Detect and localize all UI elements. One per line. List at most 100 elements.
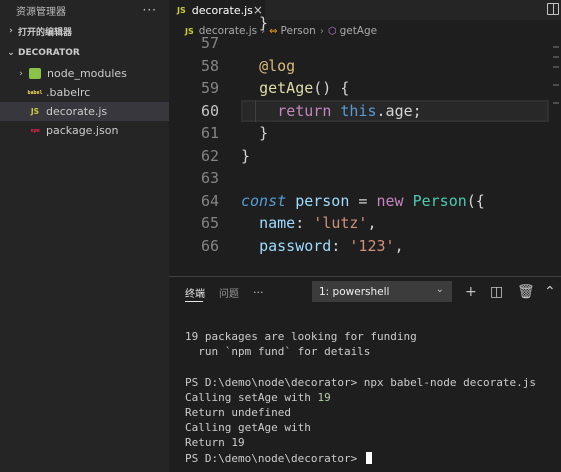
babel-icon: babel	[27, 89, 43, 96]
more-actions-icon[interactable]: ···	[143, 3, 157, 17]
terminal-text: Calling setAge with	[185, 390, 318, 404]
panel-header: 终端 问题 ··· 1: powershell ⌄ + ◫ 🗑 ⌃	[169, 277, 561, 307]
terminal-output[interactable]: 19 packages are looking for funding run …	[185, 329, 536, 466]
folder-label: DECORATOR	[18, 48, 80, 58]
code-line: 66 password: '123',	[169, 235, 561, 257]
code-text: }	[259, 122, 268, 144]
code-line: 59 getAge() {	[169, 77, 561, 99]
minimap-mark	[553, 84, 559, 86]
code-line: 65 name: 'lutz',	[169, 212, 561, 234]
code-text: const person = new Person({	[241, 190, 485, 212]
terminal-line: Return 19	[185, 436, 245, 450]
terminal-line: PS D:\demo\node\decorator>	[185, 451, 536, 466]
line-number: 57	[200, 34, 219, 52]
code-token: return	[277, 101, 332, 120]
plus-icon[interactable]: +	[465, 283, 477, 301]
code-token: ({	[466, 191, 485, 210]
terminal-line: Return undefined	[185, 406, 291, 420]
trash-icon[interactable]: 🗑	[517, 283, 535, 301]
line-number: 64	[200, 191, 219, 210]
minimap-mark	[553, 102, 559, 104]
code-token: @log	[259, 56, 296, 75]
tree-item-label: .babelrc	[46, 86, 91, 99]
js-icon: JS	[30, 107, 40, 116]
tree-item-babelrc[interactable]: babel .babelrc	[0, 83, 169, 102]
terminal-line: Calling getAge with	[185, 421, 311, 435]
code-token: const	[241, 191, 287, 210]
code-token: :	[295, 214, 314, 232]
editor-group: JS decorate.js × JS decorate.js › ⇔ Person…	[169, 0, 561, 276]
tree-item-label: node_modules	[47, 67, 127, 80]
line-number: 61	[200, 124, 219, 142]
more-actions-icon[interactable]: ···	[253, 286, 264, 299]
split-terminal-icon[interactable]: ◫	[490, 283, 503, 301]
tab-problems[interactable]: 问题	[219, 277, 239, 307]
code-line: 63	[169, 167, 561, 189]
terminal-number: 19	[317, 390, 331, 404]
open-editors-section[interactable]: › 打开的编辑器	[0, 20, 169, 42]
terminal-select-value: 1: powershell	[319, 285, 390, 298]
code-text: name: 'lutz',	[259, 212, 376, 234]
code-token: Person	[412, 191, 467, 210]
code-token: '123'	[349, 236, 395, 255]
code-line: 62}	[169, 145, 561, 167]
line-number: 65	[200, 214, 219, 232]
explorer-sidebar: 资源管理器 ··· › 打开的编辑器 ⌄ DECORATOR › node_mo…	[0, 0, 169, 472]
node-folder-icon	[29, 68, 41, 79]
terminal-line: 19 packages are looking for funding	[185, 330, 417, 343]
terminal-cursor	[365, 451, 372, 464]
code-token: ,	[394, 236, 404, 255]
code-token: name	[259, 214, 296, 232]
code-text: password: '123',	[259, 235, 404, 257]
code-editor[interactable]: } 57 58 @log 59 getAge() { 60 return this.age;…	[169, 14, 561, 276]
terminal-line: run `npm fund` for details	[185, 345, 371, 359]
code-line: 57	[169, 32, 561, 54]
minimap-mark	[553, 56, 559, 58]
editor-scrollbar[interactable]	[551, 42, 561, 276]
bottom-panel: 终端 问题 ··· 1: powershell ⌄ + ◫ 🗑 ⌃ 19 pac…	[169, 276, 561, 472]
code-token: person	[295, 191, 350, 210]
code-text: @log	[259, 55, 295, 77]
npm-icon: npm	[30, 127, 40, 134]
code-line-partial: }	[169, 12, 561, 34]
folder-section[interactable]: ⌄ DECORATOR	[0, 42, 169, 64]
code-line: 60 return this.age;	[169, 100, 561, 122]
chevron-down-icon: ⌄	[435, 284, 444, 295]
code-token: password	[259, 236, 332, 255]
line-number: 60	[200, 101, 219, 120]
terminal-line: Calling setAge with 19	[185, 390, 536, 405]
tree-item-label: decorate.js	[46, 105, 108, 118]
code-line: 64 const person = new Person({	[169, 190, 561, 212]
code-token: this	[340, 101, 377, 120]
terminal-select[interactable]: 1: powershell ⌄	[312, 281, 452, 302]
indent-guide	[255, 99, 257, 122]
chevron-up-icon[interactable]: ⌃	[544, 283, 556, 301]
explorer-header: 资源管理器 ···	[0, 0, 169, 20]
tree-item-package-json[interactable]: npm package.json	[0, 121, 169, 140]
tree-item-node-modules[interactable]: › node_modules	[0, 64, 169, 83]
code-token: 'lutz'	[313, 214, 368, 232]
code-token: .age;	[376, 101, 422, 120]
line-number: 59	[200, 79, 219, 97]
code-token: () {	[313, 79, 350, 97]
code-text: getAge() {	[259, 77, 349, 99]
tree-item-decorate-js[interactable]: JS decorate.js	[0, 102, 169, 121]
code-token: }	[241, 146, 251, 165]
code-token: =	[349, 191, 377, 210]
code-line: 61}	[169, 122, 561, 144]
code-text: return this.age;	[277, 100, 422, 122]
line-number: 58	[200, 56, 219, 75]
tree-item-label: package.json	[46, 124, 119, 137]
open-editors-label: 打开的编辑器	[18, 27, 73, 38]
code-text: }	[241, 145, 250, 167]
tab-terminal[interactable]: 终端	[185, 277, 205, 307]
line-number: 62	[200, 146, 219, 165]
minimap-mark	[553, 66, 559, 68]
chevron-down-icon: ⌄	[7, 48, 15, 58]
explorer-title: 资源管理器	[16, 6, 66, 18]
terminal-line: PS D:\demo\node\decorator> npx babel-nod…	[185, 375, 536, 389]
code-token: new	[376, 191, 404, 210]
code-token: getAge	[259, 79, 314, 97]
